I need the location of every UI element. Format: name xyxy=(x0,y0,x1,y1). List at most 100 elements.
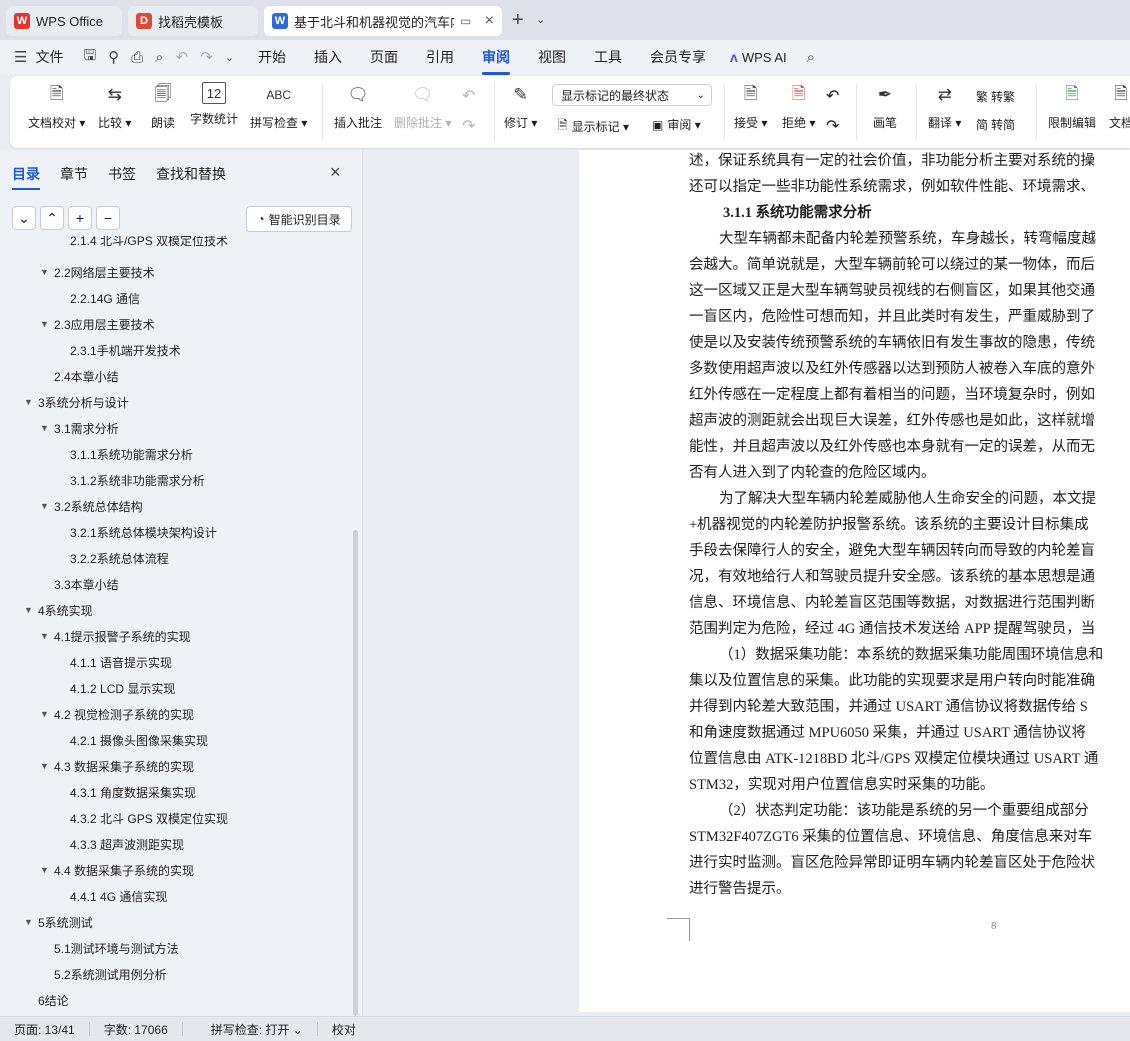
expand-caret-icon[interactable]: ▼ xyxy=(40,709,49,719)
menu-insert[interactable]: 插入 xyxy=(314,47,342,67)
toc-item[interactable]: 2.1.4 北斗/GPS 双模定位技术 xyxy=(70,236,228,250)
save-icon[interactable]: 🖫 xyxy=(83,45,96,70)
toc-item[interactable]: ▼ 5系统测试 xyxy=(24,912,93,932)
toc-item[interactable]: 4.3.2 北斗 GPS 双模定位实现 xyxy=(70,808,228,828)
tab-template[interactable]: D 找稻壳模板 xyxy=(128,6,258,36)
revise-button[interactable]: ✎ 修订 ▾ xyxy=(504,82,537,131)
toc-item[interactable]: 4.1.2 LCD 显示实现 xyxy=(70,678,175,698)
search-icon[interactable]: ⌕ xyxy=(807,49,815,66)
toc-item[interactable]: ▼ 4.3 数据采集子系统的实现 xyxy=(40,756,194,776)
toc-item[interactable]: 5.2系统测试用例分析 xyxy=(54,964,167,984)
hamburger-icon[interactable]: ☰ xyxy=(14,48,27,66)
expand-caret-icon[interactable]: ▼ xyxy=(40,761,49,771)
chevron-down-icon[interactable]: ⌄ xyxy=(536,13,545,26)
toc-item[interactable]: 4.2.1 摄像头图像采集实现 xyxy=(70,730,208,750)
tab-toc[interactable]: 目录 xyxy=(12,164,40,190)
expand-caret-icon[interactable]: ▼ xyxy=(40,501,49,511)
menu-file[interactable]: 文件 xyxy=(35,47,63,67)
menu-view[interactable]: 视图 xyxy=(538,47,566,67)
menu-tools[interactable]: 工具 xyxy=(594,47,622,67)
tab-chapters[interactable]: 章节 xyxy=(60,164,88,184)
insert-comment-button[interactable]: 🗨 插入批注 xyxy=(334,82,382,131)
to-traditional-button[interactable]: 繁转繁 xyxy=(976,88,1015,105)
tab-wps-office[interactable]: W WPS Office xyxy=(6,6,122,36)
expand-caret-icon[interactable]: ▼ xyxy=(40,267,49,277)
collapse-all-button[interactable]: ⌄ xyxy=(12,206,36,230)
toc-item[interactable]: ▼ 4.1提示报警子系统的实现 xyxy=(40,626,191,646)
toc-item[interactable]: 6结论 xyxy=(38,990,69,1010)
toc-item[interactable]: ▼ 4.4 数据采集子系统的实现 xyxy=(40,860,194,880)
toc-item[interactable]: 3.1.1系统功能需求分析 xyxy=(70,444,193,464)
document-page[interactable]: 述，保证系统具有一定的社会价值，非功能分析主要对系统的操 还可以指定一些非功能性系… xyxy=(579,150,1130,1012)
expand-caret-icon[interactable]: ▼ xyxy=(40,631,49,641)
compare-button[interactable]: ⇆ 比较 ▾ xyxy=(98,82,131,131)
next-change-icon[interactable]: ↷ xyxy=(826,116,839,136)
expand-up-button[interactable]: ⌃ xyxy=(40,206,64,230)
menu-review[interactable]: 审阅 xyxy=(482,47,511,75)
sidebar-scrollbar[interactable] xyxy=(353,530,358,1016)
share-icon[interactable]: ⚲ xyxy=(108,48,119,66)
translate-button[interactable]: ⇄ 翻译 ▾ xyxy=(928,82,961,131)
toc-item[interactable]: ▼ 3.1需求分析 xyxy=(40,418,119,438)
doc-check-button[interactable]: 🗎 文档校对 ▾ xyxy=(28,82,85,131)
expand-caret-icon[interactable]: ▼ xyxy=(40,319,49,329)
toc-item[interactable]: 4.3.3 超声波测距实现 xyxy=(70,834,184,854)
toc-item[interactable]: 4.4.1 4G 通信实现 xyxy=(70,886,167,906)
toc-item[interactable]: 4.3.1 角度数据采集实现 xyxy=(70,782,196,802)
remove-heading-button[interactable]: − xyxy=(96,206,120,230)
close-icon[interactable]: × xyxy=(485,12,494,30)
proofread-status[interactable]: 校对 xyxy=(332,1021,356,1038)
print-icon[interactable]: ⎙ xyxy=(131,49,143,66)
toc-item[interactable]: 5.1测试环境与测试方法 xyxy=(54,938,179,958)
add-heading-button[interactable]: + xyxy=(68,206,92,230)
doc-permission-button[interactable]: 🗎 文档 xyxy=(1108,82,1130,131)
toc-item[interactable]: 2.3.1手机端开发技术 xyxy=(70,340,181,360)
toc-item[interactable]: ▼ 2.2网络层主要技术 xyxy=(40,262,155,282)
toc-item[interactable]: ▼ 3.2系统总体结构 xyxy=(40,496,143,516)
menu-wps-ai[interactable]: WPS AI xyxy=(742,50,787,65)
undo-icon[interactable]: ↶ xyxy=(176,48,189,66)
toc-item[interactable]: 4.1.1 语音提示实现 xyxy=(70,652,172,672)
expand-caret-icon[interactable]: ▼ xyxy=(24,917,33,927)
spell-check-button[interactable]: ABC 拼写检查 ▾ xyxy=(250,82,307,131)
accept-button[interactable]: 🗎 接受 ▾ xyxy=(734,82,767,131)
pen-button[interactable]: ✒ 画笔 xyxy=(872,82,898,131)
reject-button[interactable]: 🗎 拒绝 ▾ xyxy=(782,82,815,131)
prev-comment-icon[interactable]: ↶ xyxy=(462,86,475,106)
tab-bookmarks[interactable]: 书签 xyxy=(108,164,136,184)
expand-caret-icon[interactable]: ▼ xyxy=(24,605,33,615)
expand-caret-icon[interactable]: ▼ xyxy=(40,865,49,875)
word-count-button[interactable]: 12 字数统计 xyxy=(190,82,238,127)
toc-item[interactable]: ▼ 4系统实现 xyxy=(24,600,93,620)
smart-toc-button[interactable]: ◔ 智能识别目录 xyxy=(246,206,352,232)
chevron-down-icon[interactable]: ⌄ xyxy=(225,51,234,64)
toc-item[interactable]: ▼ 2.3应用层主要技术 xyxy=(40,314,155,334)
word-count-status[interactable]: 字数: 17066 xyxy=(104,1021,168,1038)
read-aloud-button[interactable]: 🗐 朗读 xyxy=(150,82,176,131)
toc-item[interactable]: ▼ 4.2 视觉检测子系统的实现 xyxy=(40,704,194,724)
restrict-edit-button[interactable]: 🗎 限制编辑 xyxy=(1048,82,1096,131)
show-markup-button[interactable]: 🗎 显示标记 ▾ xyxy=(558,116,629,137)
tab-find-replace[interactable]: 查找和替换 xyxy=(156,164,226,184)
toc-item[interactable]: 3.3本章小结 xyxy=(54,574,119,594)
markup-state-select[interactable]: 显示标记的最终状态 ⌄ xyxy=(552,84,712,106)
tab-document[interactable]: W 基于北斗和机器视觉的汽车内 ▭ × xyxy=(264,6,502,36)
spell-check-status[interactable]: 拼写检查: 打开 ⌄ xyxy=(197,1021,303,1038)
toc-item[interactable]: 3.2.1系统总体模块架构设计 xyxy=(70,522,217,542)
toc-item[interactable]: 2.2.14G 通信 xyxy=(70,288,140,308)
toc-item[interactable]: 3.2.2系统总体流程 xyxy=(70,548,169,568)
toc-item[interactable]: ▼ 3系统分析与设计 xyxy=(24,392,129,412)
next-comment-icon[interactable]: ↷ xyxy=(462,116,475,136)
delete-comment-button[interactable]: 🗨 删除批注 ▾ xyxy=(394,82,451,131)
menu-references[interactable]: 引用 xyxy=(426,47,454,67)
menu-page[interactable]: 页面 xyxy=(370,47,398,67)
review-pane-button[interactable]: ▣ 审阅 ▾ xyxy=(652,116,701,133)
expand-caret-icon[interactable]: ▼ xyxy=(24,397,33,407)
prev-change-icon[interactable]: ↶ xyxy=(826,86,839,106)
toc-item[interactable]: 2.4本章小结 xyxy=(54,366,119,386)
window-icon[interactable]: ▭ xyxy=(460,14,471,28)
expand-caret-icon[interactable]: ▼ xyxy=(40,423,49,433)
print-preview-icon[interactable]: ⌕ xyxy=(155,49,163,66)
new-tab-icon[interactable]: + xyxy=(512,9,524,32)
page-indicator[interactable]: 页面: 13/41 xyxy=(14,1021,75,1038)
